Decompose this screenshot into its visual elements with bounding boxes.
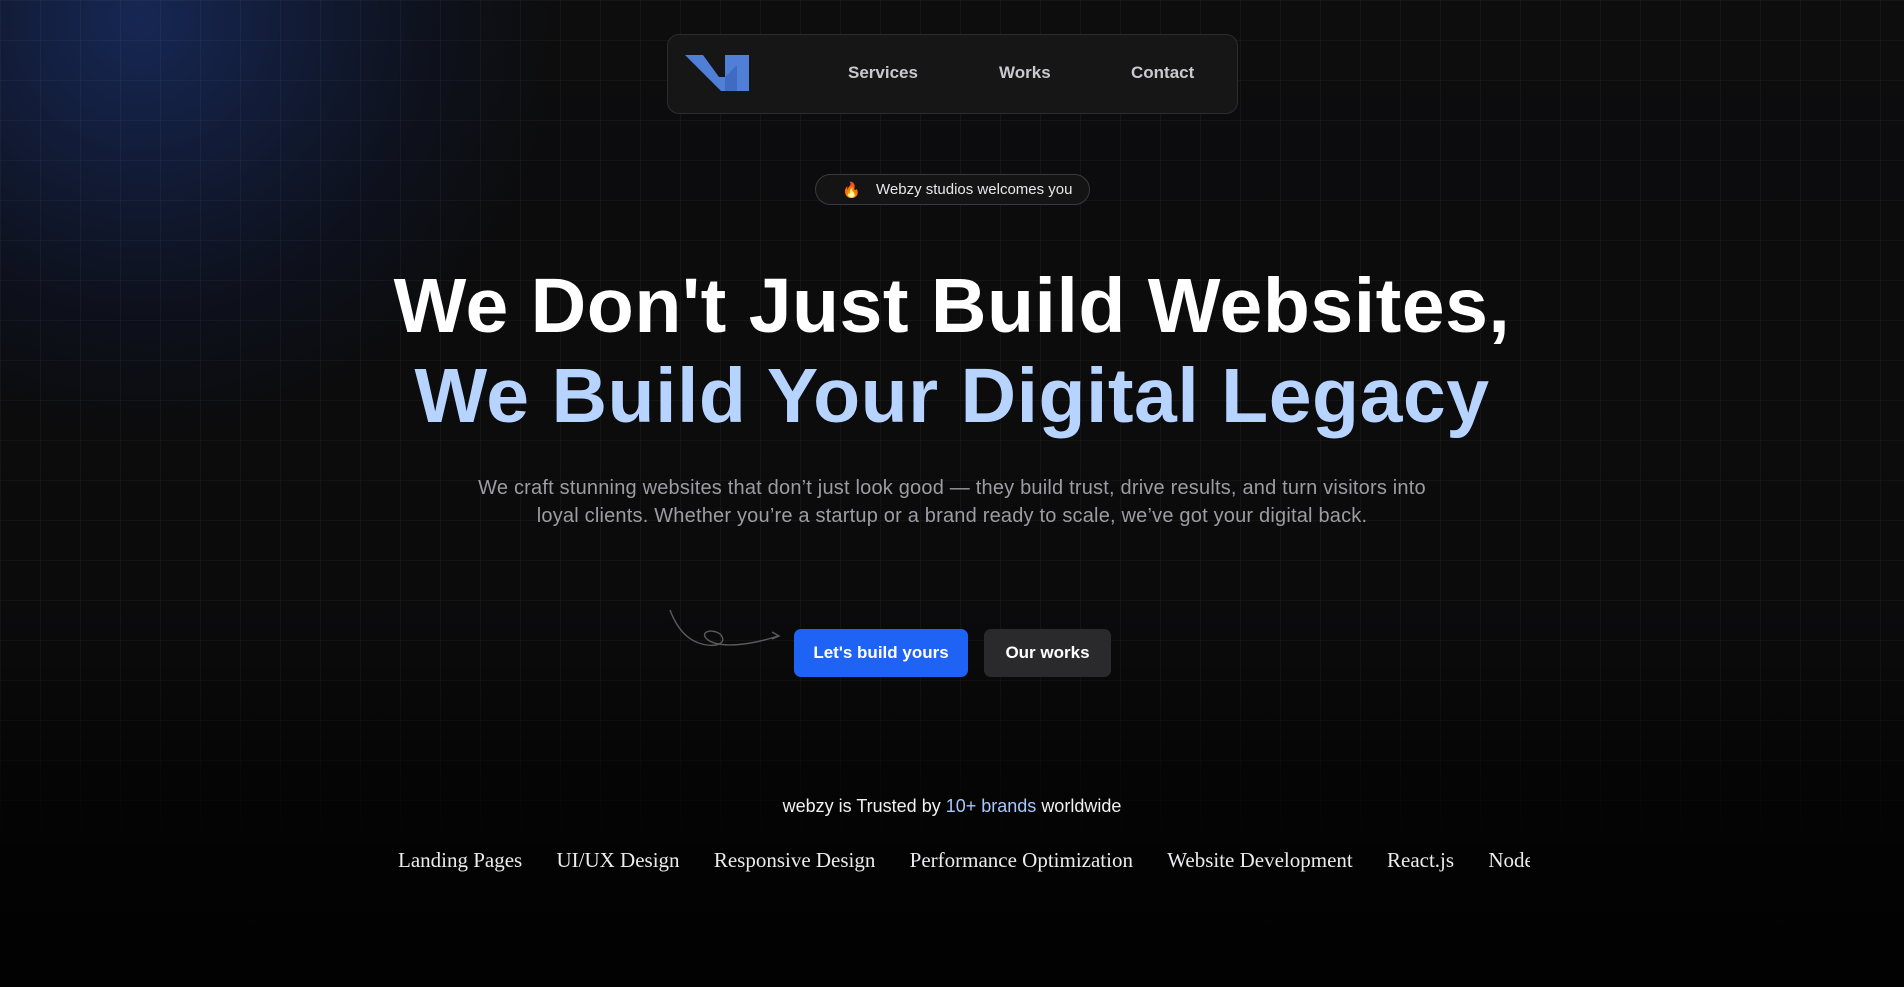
welcome-pill: 🔥 Webzy studios welcomes you	[815, 174, 1090, 205]
hero-subtitle: We craft stunning websites that don’t ju…	[478, 477, 1426, 527]
trusted-prefix: webzy is Trusted by	[782, 796, 941, 816]
welcome-pill-text: Webzy studios welcomes you	[876, 181, 1073, 198]
fire-icon: 🔥	[842, 182, 861, 199]
bottom-fade	[0, 657, 1904, 987]
marquee-item: Responsive Design	[713, 848, 876, 872]
marquee-item: UI/UX Design	[556, 848, 680, 872]
trusted-highlight: 10+ brands	[945, 796, 1037, 816]
lets-build-yours-button[interactable]: Let's build yours	[794, 629, 968, 677]
nav-link-services[interactable]: Services	[848, 63, 918, 83]
trusted-by-text: webzy is Trusted by 10+ brands worldwide	[0, 796, 1904, 817]
our-works-button[interactable]: Our works	[984, 629, 1111, 677]
trusted-suffix: worldwide	[1041, 796, 1122, 816]
marquee-item: Node.js	[1488, 848, 1530, 872]
webzy-logo[interactable]	[685, 53, 751, 93]
marquee-item: Website Development	[1167, 848, 1353, 872]
top-navbar: Services Works Contact	[667, 34, 1238, 114]
services-marquee: Landing Pages UI/UX Design Responsive De…	[398, 848, 1530, 878]
nav-link-works[interactable]: Works	[999, 63, 1051, 83]
hero-headline-line1: We Don't Just Build Websites,	[393, 263, 1511, 349]
marquee-item: Landing Pages	[398, 848, 523, 872]
marquee-item: Performance Optimization	[909, 848, 1133, 872]
page: Services Works Contact 🔥 Webzy studios w…	[0, 0, 1904, 987]
curly-arrow-icon	[669, 609, 781, 646]
nav-link-contact[interactable]: Contact	[1131, 63, 1194, 83]
hero-headline-line2: We Build Your Digital Legacy	[414, 353, 1490, 439]
marquee-item: React.js	[1387, 848, 1455, 872]
